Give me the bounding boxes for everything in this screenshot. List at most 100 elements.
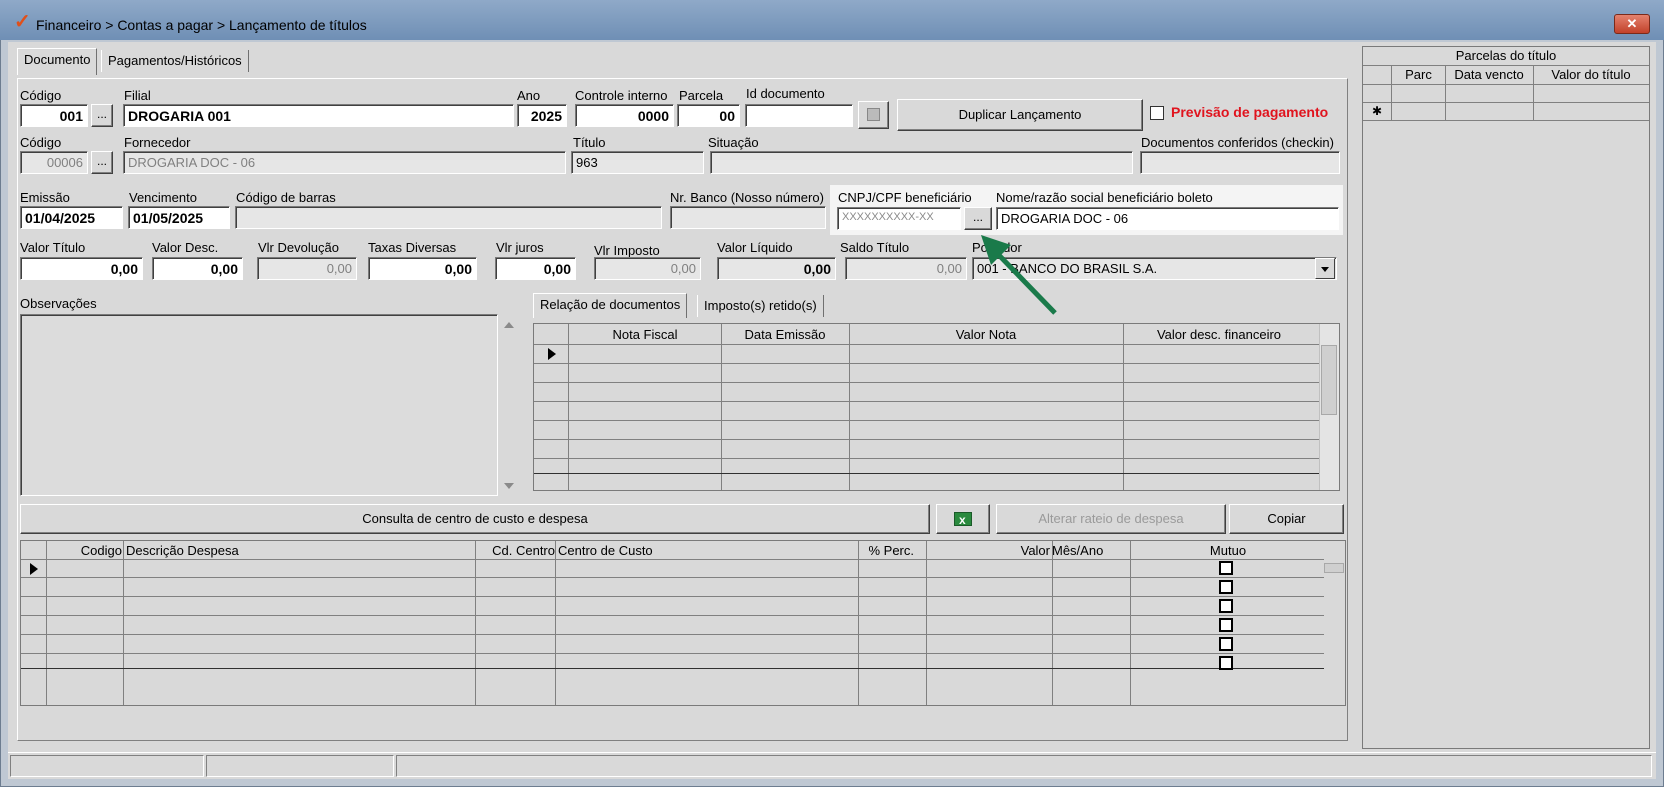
nr-banco-label: Nr. Banco (Nosso número) xyxy=(670,190,824,205)
parcelas-panel xyxy=(1362,46,1650,749)
id-documento-field[interactable] xyxy=(745,104,853,127)
controle-interno-field[interactable]: 0000 xyxy=(575,104,674,127)
consulta-centro-custo-button[interactable]: Consulta de centro de custo e despesa xyxy=(20,504,930,534)
valor-titulo-label: Valor Título xyxy=(20,240,86,255)
vlr-devolucao-field: 0,00 xyxy=(257,257,357,280)
codigo-filial-label: Código xyxy=(20,88,62,103)
observacoes-textarea[interactable] xyxy=(20,314,498,496)
codigo-barras-field[interactable] xyxy=(235,206,662,229)
valor-liquido-label: Valor Líquido xyxy=(717,240,793,255)
codigo-fornecedor-label: Código xyxy=(20,135,62,150)
cnpj-beneficiario-field[interactable]: XXXXXXXXXX-XX xyxy=(837,207,961,230)
taxas-diversas-label: Taxas Diversas xyxy=(368,240,457,255)
parcelas-header-data-vencto: Data vencto xyxy=(1454,67,1524,82)
taxas-diversas-field[interactable]: 0,00 xyxy=(368,257,477,280)
copiar-button[interactable]: Copiar xyxy=(1229,504,1344,534)
excel-icon xyxy=(954,510,972,530)
exp-grid-col-divider xyxy=(475,541,476,705)
window-title: Financeiro > Contas a pagar > Lançamento… xyxy=(36,17,367,33)
exp-grid-row-divider xyxy=(21,634,1324,635)
titulo-field[interactable]: 963 xyxy=(571,151,704,174)
vlr-juros-label: Vlr juros xyxy=(496,240,544,255)
mutuo-checkbox[interactable] xyxy=(1219,580,1233,594)
fornecedor-label: Fornecedor xyxy=(124,135,191,150)
exp-header-valor: Valor xyxy=(1020,543,1050,558)
doc-grid-scroll-thumb[interactable] xyxy=(1321,345,1337,415)
scroll-down-icon[interactable] xyxy=(504,483,514,489)
parcela-field[interactable]: 00 xyxy=(677,104,740,127)
duplicar-lancamento-button[interactable]: Duplicar Lançamento xyxy=(897,99,1143,131)
new-row-icon: ✱ xyxy=(1372,104,1383,118)
vlr-juros-field[interactable]: 0,00 xyxy=(495,257,576,280)
emissao-label: Emissão xyxy=(20,190,70,205)
vlr-imposto-label: Vlr Imposto xyxy=(594,243,660,258)
tab-relacao-documentos[interactable]: Relação de documentos xyxy=(533,293,688,318)
app-logo-icon: ✓ xyxy=(14,11,31,33)
valor-desc-field[interactable]: 0,00 xyxy=(152,257,243,280)
close-button[interactable]: ✕ xyxy=(1614,14,1650,34)
vencimento-field[interactable]: 01/05/2025 xyxy=(128,206,230,229)
mutuo-checkbox[interactable] xyxy=(1219,599,1233,613)
codigo-fornecedor-lookup-button[interactable]: ... xyxy=(91,151,113,174)
mutuo-checkbox[interactable] xyxy=(1219,656,1233,670)
parcelas-col-divider xyxy=(1533,66,1534,121)
exp-grid-row-divider xyxy=(21,615,1324,616)
codigo-barras-label: Código de barras xyxy=(236,190,336,205)
filial-field[interactable]: DROGARIA 001 xyxy=(123,104,514,127)
exp-grid-row-divider xyxy=(21,596,1324,597)
doc-header-valor-nota: Valor Nota xyxy=(955,327,1017,342)
doc-header-valor-desc-financeiro: Valor desc. financeiro xyxy=(1156,327,1282,342)
tab-impostos-retidos[interactable]: Imposto(s) retido(s) xyxy=(697,295,824,317)
exp-header-centro-custo: Centro de Custo xyxy=(558,543,653,558)
row-indicator-icon xyxy=(548,348,556,360)
parcelas-header-parc: Parc xyxy=(1405,67,1432,82)
status-cell xyxy=(206,755,394,777)
previsao-pagamento-checkbox[interactable] xyxy=(1150,106,1164,120)
valor-titulo-field[interactable]: 0,00 xyxy=(20,257,143,280)
exp-grid-col-divider xyxy=(1052,541,1053,705)
image-icon xyxy=(867,108,880,121)
mutuo-checkbox[interactable] xyxy=(1219,637,1233,651)
status-cell xyxy=(10,755,204,777)
parcelas-row-divider xyxy=(1363,102,1649,103)
parcelas-col-divider xyxy=(1391,66,1392,121)
titulo-label: Título xyxy=(573,135,606,150)
alterar-rateio-button[interactable]: Alterar rateio de despesa xyxy=(996,504,1226,534)
exp-header-descricao-despesa: Descrição Despesa xyxy=(126,543,239,558)
tab-documento[interactable]: Documento xyxy=(17,48,98,75)
doc-grid-col-divider xyxy=(721,324,722,490)
mutuo-checkbox[interactable] xyxy=(1219,618,1233,632)
valor-liquido-field: 0,00 xyxy=(717,257,836,280)
doc-grid-row-divider xyxy=(534,458,1319,459)
tab-pagamentos-historicos[interactable]: Pagamentos/Históricos xyxy=(101,50,249,72)
mutuo-checkbox[interactable] xyxy=(1219,561,1233,575)
id-documento-picker-button[interactable] xyxy=(858,101,889,129)
codigo-fornecedor-field[interactable]: 00006 xyxy=(20,151,88,174)
saldo-titulo-label: Saldo Título xyxy=(840,240,910,255)
scroll-up-icon[interactable] xyxy=(504,322,514,328)
exp-grid-col-divider xyxy=(555,541,556,705)
codigo-filial-lookup-button[interactable]: ... xyxy=(91,104,113,127)
documentos-conferidos-field xyxy=(1140,151,1340,174)
situacao-label: Situação xyxy=(708,135,759,150)
ano-field[interactable]: 2025 xyxy=(517,104,567,127)
parcela-label: Parcela xyxy=(679,88,724,103)
annotation-arrow-icon xyxy=(981,235,1057,315)
exp-grid-scroll-thumb[interactable] xyxy=(1324,563,1344,573)
fornecedor-field[interactable]: DROGARIA DOC - 06 xyxy=(123,151,566,174)
doc-grid-row-divider xyxy=(534,382,1319,383)
exp-grid-col-divider xyxy=(1130,541,1131,705)
doc-grid-row-divider xyxy=(534,363,1319,364)
codigo-filial-field[interactable]: 001 xyxy=(20,104,88,127)
exp-grid-col-divider xyxy=(46,541,47,705)
exp-header-cd-centro: Cd. Centro xyxy=(492,543,555,558)
parcelas-row-divider xyxy=(1363,84,1649,85)
controle-interno-label: Controle interno xyxy=(575,88,668,103)
chevron-down-icon[interactable] xyxy=(1315,258,1335,279)
row-indicator-icon xyxy=(30,563,38,575)
emissao-field[interactable]: 01/04/2025 xyxy=(20,206,123,229)
export-excel-button[interactable] xyxy=(936,504,990,534)
doc-header-data-emissao: Data Emissão xyxy=(744,327,826,342)
nr-banco-field[interactable] xyxy=(670,206,826,229)
documents-grid xyxy=(533,323,1340,491)
